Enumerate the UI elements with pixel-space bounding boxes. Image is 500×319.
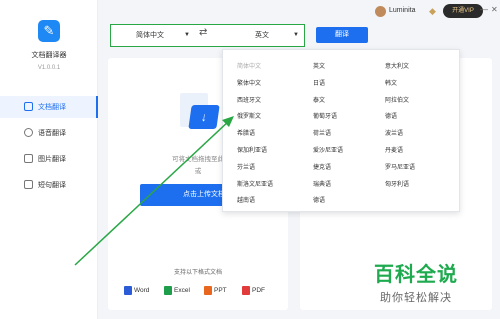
arrow-line [74, 119, 231, 266]
watermark-subtitle: 助你轻松解决 [380, 292, 452, 304]
watermark-title: 百科全说 [374, 264, 458, 286]
